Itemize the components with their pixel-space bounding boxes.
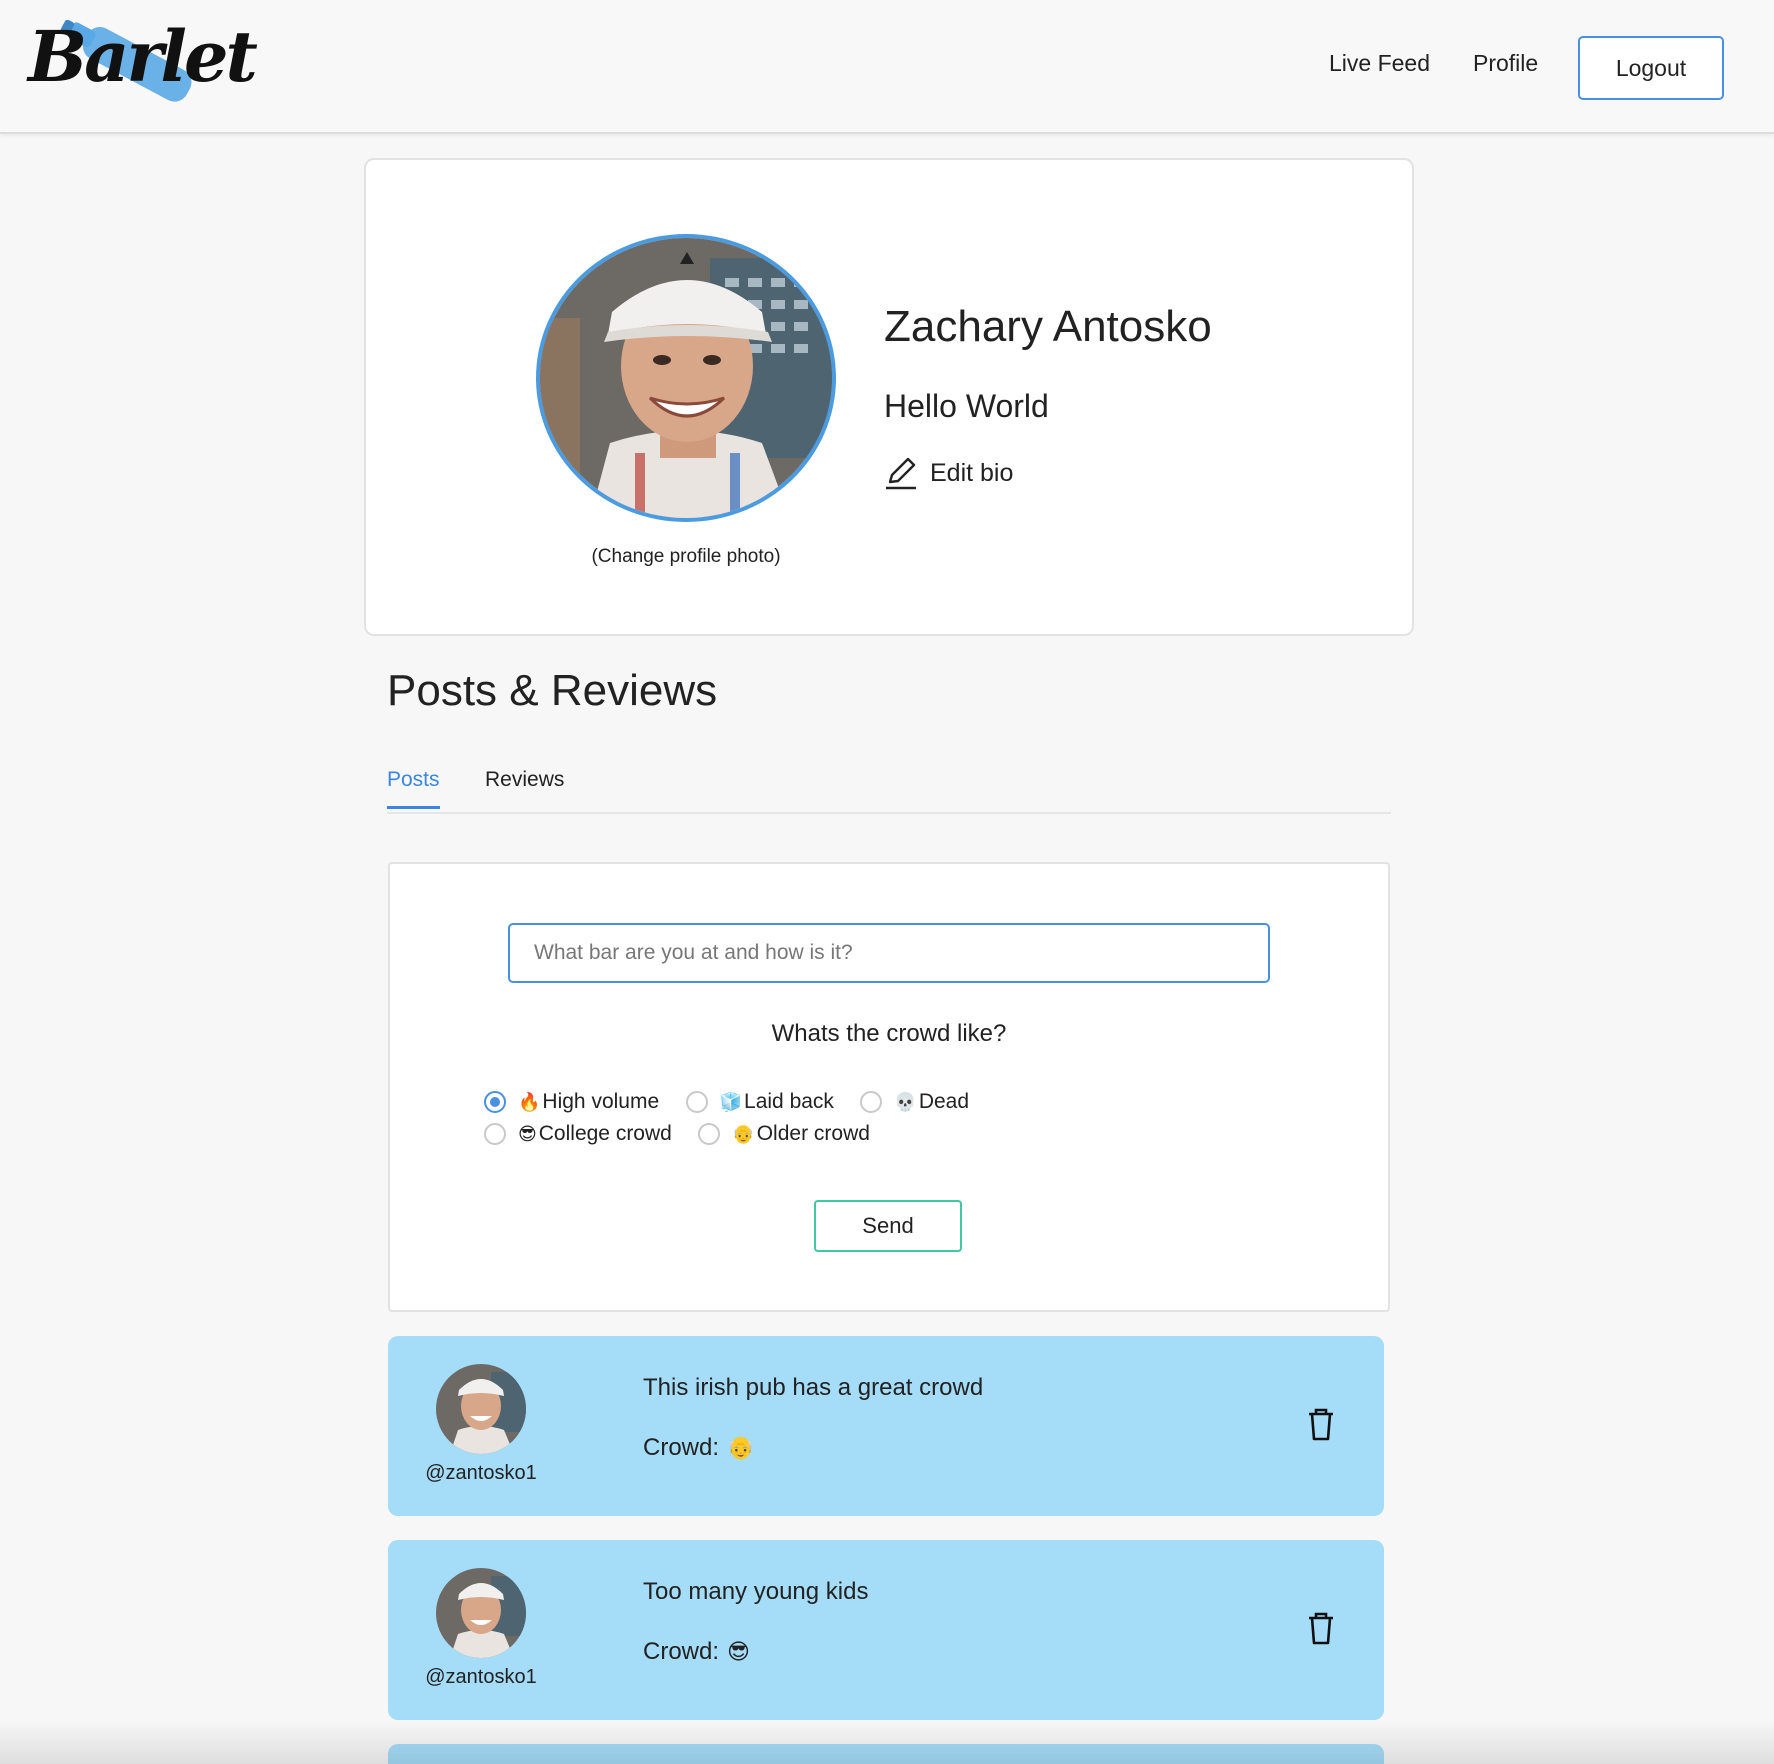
tab-posts[interactable]: Posts [387,768,440,809]
radio-high-volume[interactable]: 🔥 High volume [484,1090,659,1114]
radio-button[interactable] [860,1091,883,1113]
radio-college-crowd[interactable]: 😎 College crowd [484,1122,672,1146]
trash-icon[interactable] [1306,1406,1336,1442]
post-input[interactable] [508,923,1270,983]
post-avatar[interactable] [436,1568,526,1658]
post-form: Whats the crowd like? 🔥 High volume 🧊 La… [388,862,1390,1312]
change-profile-photo-link[interactable]: (Change profile photo) [518,546,854,568]
radio-label: College crowd [538,1122,672,1145]
send-button[interactable]: Send [814,1200,962,1252]
section-title: Posts & Reviews [387,666,718,715]
edit-bio-button[interactable]: Edit bio [884,456,1013,490]
post-crowd: Crowd: 👴 [643,1434,754,1462]
bottom-shadow [0,1720,1774,1764]
edit-bio-label: Edit bio [930,458,1014,487]
pencil-icon [886,457,916,490]
radio-button[interactable] [484,1123,506,1145]
fire-icon: 🔥 [518,1091,541,1113]
post-crowd: Crowd: 😎 [643,1638,750,1666]
nav-profile[interactable]: Profile [1473,50,1538,77]
radio-label: Dead [918,1090,970,1113]
post-card: @zantosko1 Too many young kids Crowd: 😎 [388,1540,1384,1720]
radio-label: Laid back [744,1090,834,1113]
radio-label: Older crowd [756,1122,870,1145]
radio-button[interactable] [484,1091,506,1113]
logout-button[interactable]: Logout [1578,36,1724,100]
post-card: @zantosko1 This irish pub has a great cr… [388,1336,1384,1516]
radio-older-crowd[interactable]: 👴 Older crowd [698,1122,870,1146]
avatar-photo [436,1568,526,1658]
avatar-photo [540,238,832,518]
post-username[interactable]: @zantosko1 [424,1666,538,1689]
profile-name: Zachary Antosko [884,302,1212,351]
radio-button[interactable] [698,1123,721,1145]
profile-avatar[interactable] [536,234,836,522]
logo-text: Barlet [28,15,258,98]
post-crowd-label: Crowd: [643,1638,720,1665]
navbar: Barlet Live Feed Profile Logout [0,0,1774,134]
avatar-photo [436,1364,526,1454]
older-face-icon: 👴 [727,1435,755,1461]
crowd-question: Whats the crowd like? [771,1020,1007,1047]
profile-card: (Change profile photo) Zachary Antosko H… [364,158,1414,636]
sunglasses-face-icon: 😎 [518,1123,537,1145]
sunglasses-face-icon: 😎 [727,1639,750,1665]
barlet-logo[interactable]: Barlet [24,20,258,110]
post-text: This irish pub has a great crowd [643,1374,984,1401]
skull-icon: 💀 [894,1091,917,1113]
radio-label: High volume [542,1090,660,1113]
nav-live-feed[interactable]: Live Feed [1329,50,1430,77]
post-crowd-label: Crowd: [643,1434,720,1461]
ice-cube-icon: 🧊 [719,1091,743,1113]
post-username[interactable]: @zantosko1 [424,1462,538,1485]
radio-dead[interactable]: 💀 Dead [860,1090,969,1114]
older-face-icon: 👴 [732,1123,755,1145]
trash-icon[interactable] [1306,1610,1336,1646]
tab-bar: Posts Reviews [387,760,1391,814]
radio-laid-back[interactable]: 🧊 Laid back [685,1090,834,1114]
tab-reviews[interactable]: Reviews [485,768,564,806]
post-avatar[interactable] [436,1364,526,1454]
crowd-radio-group: 🔥 High volume 🧊 Laid back 💀 Dead 😎 Colle… [484,1090,1204,1154]
radio-button[interactable] [685,1091,708,1113]
profile-bio: Hello World [884,388,1049,424]
post-text: Too many young kids [643,1578,869,1605]
